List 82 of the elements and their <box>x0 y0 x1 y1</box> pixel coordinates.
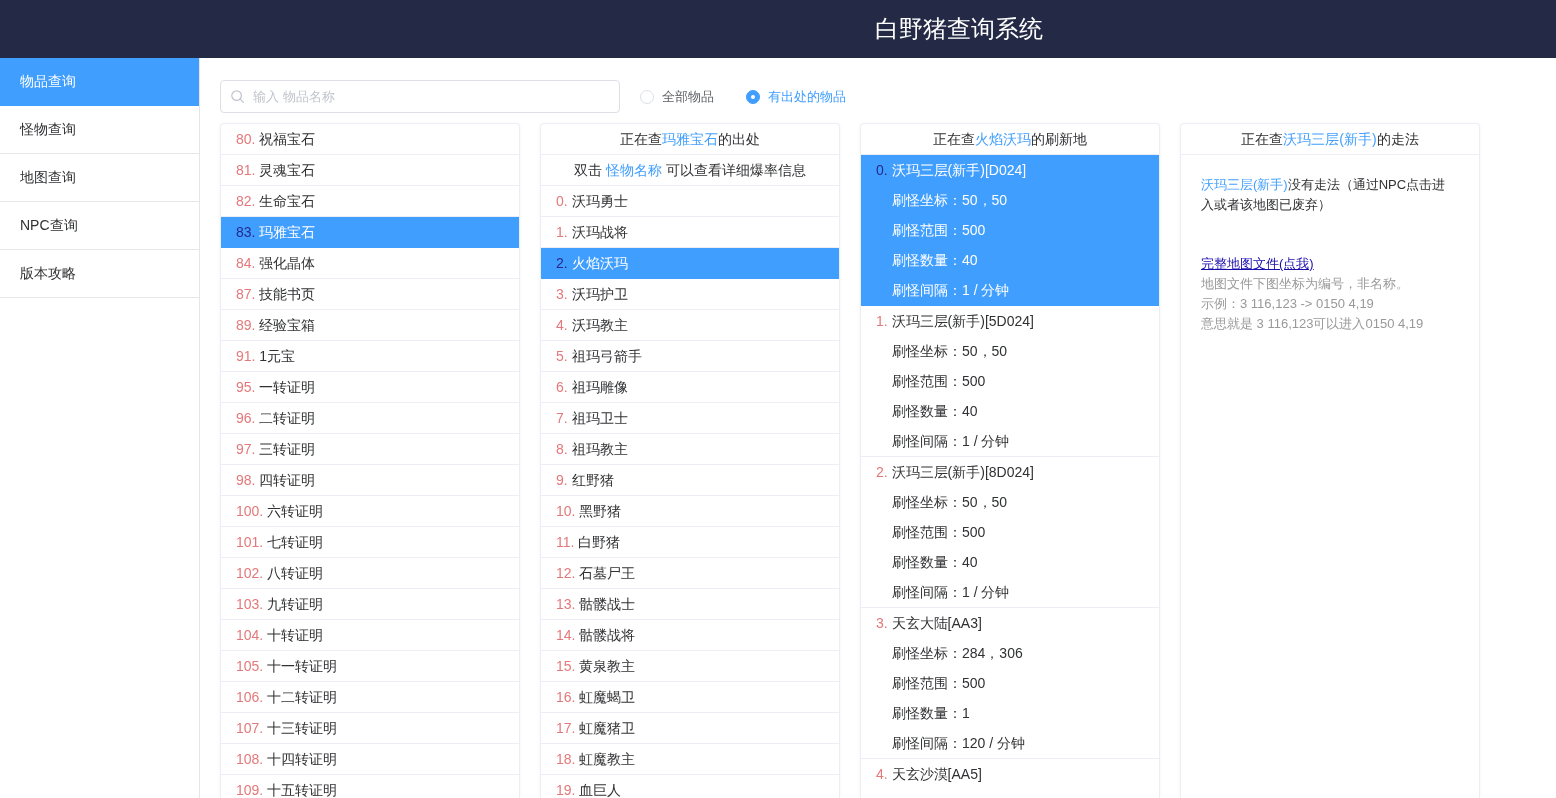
spawn-detail: 刷怪坐标：50，50 <box>891 342 1009 361</box>
spawn-detail: 刷怪间隔：120 / 分钟 <box>891 734 1027 753</box>
spawn-detail: 刷怪间隔：1 / 分钟 <box>891 432 1011 451</box>
list-item[interactable]: 17. 虹魔猪卫 <box>541 713 839 744</box>
list-item[interactable]: 109. 十五转证明 <box>221 775 519 798</box>
list-item[interactable]: 103. 九转证明 <box>221 589 519 620</box>
route-note: 沃玛三层(新手)没有走法（通过NPC点击进入或者该地图已废弃） <box>1201 176 1447 214</box>
list-item[interactable]: 107. 十三转证明 <box>221 713 519 744</box>
hint-text: 意思就是 3 116,123可以进入0150 4,19 <box>1201 315 1425 333</box>
list-item[interactable]: 16. 虹魔蝎卫 <box>541 682 839 713</box>
list-item[interactable]: 8. 祖玛教主 <box>541 434 839 465</box>
sidebar-item[interactable]: 怪物查询 <box>0 106 199 154</box>
list-item[interactable]: 7. 祖玛卫士 <box>541 403 839 434</box>
list-item[interactable]: 5. 祖玛弓箭手 <box>541 341 839 372</box>
map-name: 2. 沃玛三层(新手)[8D024] <box>875 463 1035 482</box>
spawn-detail: 刷怪间隔：1 / 分钟 <box>891 281 1011 300</box>
spawn-detail: 刷怪范围：500 <box>891 372 987 391</box>
spawn-detail: 刷怪数量：1 <box>891 704 971 723</box>
panel-heading: 正在查沃玛三层(新手)的走法 <box>1181 124 1479 155</box>
list-item[interactable]: 12. 石墓尸王 <box>541 558 839 589</box>
spawn-detail: 刷怪数量：40 <box>891 553 979 572</box>
list-item[interactable]: 19. 血巨人 <box>541 775 839 798</box>
sidebar-item[interactable]: NPC查询 <box>0 202 199 250</box>
spawn-detail: 刷怪数量：40 <box>891 402 979 421</box>
map-name: 0. 沃玛三层(新手)[D024] <box>875 161 1028 180</box>
spawn-entry[interactable]: 2. 沃玛三层(新手)[8D024] 刷怪坐标：50，50 刷怪范围：500 刷怪数量：40 刷怪间隔：1 / 分钟 <box>861 457 1159 608</box>
map-file-link[interactable]: 完整地图文件(点我) <box>1201 254 1314 274</box>
list-item[interactable]: 83. 玛雅宝石 <box>221 217 519 248</box>
list-item[interactable]: 18. 虹魔教主 <box>541 744 839 775</box>
list-item[interactable]: 96. 二转证明 <box>221 403 519 434</box>
list-item[interactable]: 81. 灵魂宝石 <box>221 155 519 186</box>
list-item[interactable]: 102. 八转证明 <box>221 558 519 589</box>
list-item[interactable]: 0. 沃玛勇士 <box>541 186 839 217</box>
list-item[interactable]: 84. 强化晶体 <box>221 248 519 279</box>
hint-text: 双击 怪物名称 可以查看详细爆率信息 <box>541 155 839 186</box>
search-field[interactable]: 输入 物品名称 <box>220 80 620 113</box>
list-item[interactable]: 3. 沃玛护卫 <box>541 279 839 310</box>
spawn-detail: 刷怪间隔：1 / 分钟 <box>891 583 1011 602</box>
list-item[interactable]: 6. 祖玛雕像 <box>541 372 839 403</box>
list-item[interactable]: 9. 红野猪 <box>541 465 839 496</box>
hint-text: 地图文件下图坐标为编号，非名称。 <box>1201 275 1410 293</box>
list-item[interactable]: 10. 黑野猪 <box>541 496 839 527</box>
list-item[interactable]: 2. 火焰沃玛 <box>541 248 839 279</box>
list-item[interactable]: 100. 六转证明 <box>221 496 519 527</box>
map-name: 3. 天玄大陆[AA3] <box>875 614 983 633</box>
spawn-detail: 刷怪范围：500 <box>891 523 987 542</box>
list-item[interactable]: 108. 十四转证明 <box>221 744 519 775</box>
radio-option[interactable]: 全部物品 <box>640 87 714 106</box>
list-item[interactable]: 105. 十一转证明 <box>221 651 519 682</box>
spawn-detail: 刷怪坐标：284，306 <box>891 644 1024 663</box>
spawn-detail: 刷怪范围：500 <box>891 674 987 693</box>
list-item[interactable]: 15. 黄泉教主 <box>541 651 839 682</box>
hint-text: 示例：3 116,123 -> 0150 4,19 <box>1201 295 1375 313</box>
spawn-detail: 刷怪范围：500 <box>891 221 987 240</box>
map-name: 4. 天玄沙漠[AA5] <box>875 765 983 784</box>
list-item[interactable]: 4. 沃玛教主 <box>541 310 839 341</box>
spawn-detail: 刷怪数量：40 <box>891 251 979 270</box>
search-icon <box>231 90 244 103</box>
list-item[interactable]: 104. 十转证明 <box>221 620 519 651</box>
list-item[interactable]: 14. 骷髅战将 <box>541 620 839 651</box>
list-item[interactable]: 80. 祝福宝石 <box>221 124 519 155</box>
list-item[interactable]: 13. 骷髅战士 <box>541 589 839 620</box>
list-item[interactable]: 97. 三转证明 <box>221 434 519 465</box>
panel-heading: 正在查玛雅宝石的出处 <box>541 124 839 155</box>
map-name: 1. 沃玛三层(新手)[5D024] <box>875 312 1035 331</box>
list-item[interactable]: 95. 一转证明 <box>221 372 519 403</box>
spawn-entry[interactable]: 1. 沃玛三层(新手)[5D024] 刷怪坐标：50，50 刷怪范围：500 刷怪数量：40 刷怪间隔：1 / 分钟 <box>861 306 1159 457</box>
spawn-detail: 刷怪坐标：50，50 <box>891 191 1009 210</box>
list-item[interactable]: 98. 四转证明 <box>221 465 519 496</box>
sidebar-item[interactable]: 地图查询 <box>0 154 199 202</box>
list-item[interactable]: 11. 白野猪 <box>541 527 839 558</box>
list-item[interactable]: 91. 1元宝 <box>221 341 519 372</box>
list-item[interactable]: 101. 七转证明 <box>221 527 519 558</box>
sidebar-item[interactable]: 版本攻略 <box>0 250 199 298</box>
list-item[interactable]: 87. 技能书页 <box>221 279 519 310</box>
spawn-entry[interactable]: 3. 天玄大陆[AA3] 刷怪坐标：284，306 刷怪范围：500 刷怪数量：1 刷怪间隔：120 / 分钟 <box>861 608 1159 759</box>
list-item[interactable]: 89. 经验宝箱 <box>221 310 519 341</box>
list-item[interactable]: 106. 十二转证明 <box>221 682 519 713</box>
spawn-entry[interactable]: 0. 沃玛三层(新手)[D024] 刷怪坐标：50，50 刷怪范围：500 刷怪数量：40 刷怪间隔：1 / 分钟 <box>861 155 1159 306</box>
spawn-detail: 刷怪坐标：50，50 <box>891 493 1009 512</box>
spawn-entry[interactable]: 4. 天玄沙漠[AA5] <box>861 759 1159 798</box>
app-title: 白野猪查询系统 <box>875 14 1043 44</box>
